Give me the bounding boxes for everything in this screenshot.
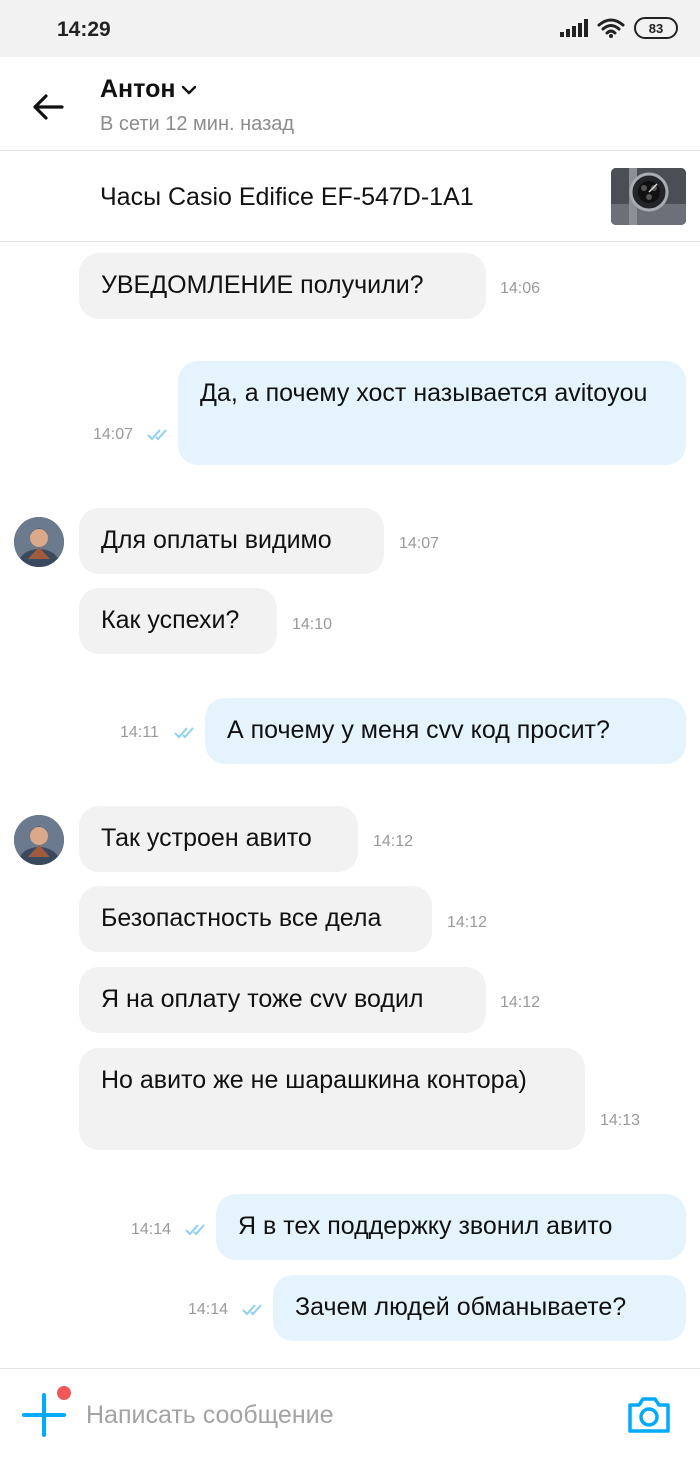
message-text: Да, а почему хост называется avitoyou [200,379,648,407]
message-text: Я в тех поддержку звонил авито [238,1212,613,1240]
message-bubble-incoming[interactable]: Безопастность все дела [79,886,432,952]
read-check-icon [242,1304,262,1316]
message-bubble-incoming[interactable]: Для оплаты видимо [79,508,384,574]
message-bubble-outgoing[interactable]: Да, а почему хост называется avitoyou [178,361,686,465]
message-time: 14:12 [500,994,541,1011]
wifi-icon [597,18,625,38]
message-time: 14:11 [120,724,159,741]
message-bubble-outgoing[interactable]: Зачем людей обманываете? [273,1275,686,1341]
message-text: Я на оплату тоже cvv водил [101,985,424,1013]
message-composer [0,1368,700,1457]
message-list[interactable]: УВЕДОМЛЕНИЕ получили? 14:06 14:07 Да, а … [0,243,700,1367]
avatar[interactable] [14,815,64,865]
listing-title: Часы Casio Edifice EF-547D-1A1 [100,183,474,211]
message-text: Как успехи? [101,606,240,634]
back-button[interactable] [28,87,68,127]
signal-icon [560,19,588,37]
message-text: Но авито же не шарашкина контора) [101,1066,527,1094]
message-time: 14:07 [399,535,440,552]
message-bubble-incoming[interactable]: Я на оплату тоже cvv водил [79,967,486,1033]
message-time: 14:06 [500,280,541,297]
message-text: Для оплаты видимо [101,526,332,554]
message-bubble-incoming[interactable]: Так устроен авито [79,806,358,872]
message-bubble-incoming[interactable]: УВЕДОМЛЕНИЕ получили? [79,253,486,319]
arrow-left-icon [33,94,64,120]
chat-header: Антон В сети 12 мин. назад [0,57,700,151]
avatar-image [14,815,64,865]
message-bubble-incoming[interactable]: Но авито же не шарашкина контора) [79,1048,585,1150]
message-bubble-incoming[interactable]: Как успехи? [79,588,277,654]
message-time: 14:12 [373,833,414,850]
message-bubble-outgoing[interactable]: А почему у меня cvv код просит? [205,698,686,764]
listing-thumbnail[interactable] [611,168,686,225]
read-check-icon [174,727,194,739]
camera-icon[interactable] [626,1395,672,1435]
message-time: 14:14 [188,1301,229,1318]
avatar-image [14,517,64,567]
message-text: Безопастность все дела [101,904,382,932]
status-time: 14:29 [57,18,111,41]
watch-image [611,168,686,225]
message-text: УВЕДОМЛЕНИЕ получили? [101,271,424,299]
read-check-icon [147,429,167,441]
avatar[interactable] [14,517,64,567]
battery-icon: 83 [634,17,678,39]
message-time: 14:07 [93,426,134,443]
contact-online-status: В сети 12 мин. назад [100,113,295,135]
contact-name[interactable]: Антон [100,75,197,104]
message-time: 14:13 [600,1112,641,1129]
status-icons: 83 [560,17,678,39]
listing-preview[interactable]: Часы Casio Edifice EF-547D-1A1 [0,152,700,242]
notification-dot [57,1386,71,1400]
read-check-icon [185,1224,205,1236]
message-time: 14:10 [292,616,333,633]
message-time: 14:14 [131,1221,172,1238]
status-bar: 14:29 83 [0,0,700,57]
message-text: Зачем людей обманываете? [295,1293,627,1321]
message-input[interactable] [86,1395,586,1435]
battery-level: 83 [648,20,664,36]
chevron-down-icon [182,85,197,94]
message-bubble-outgoing[interactable]: Я в тех поддержку звонил авито [216,1194,686,1260]
message-text: Так устроен авито [101,824,312,852]
message-text: А почему у меня cvv код просит? [227,716,610,744]
message-time: 14:12 [447,914,488,931]
contact-name-label: Антон [100,75,176,103]
